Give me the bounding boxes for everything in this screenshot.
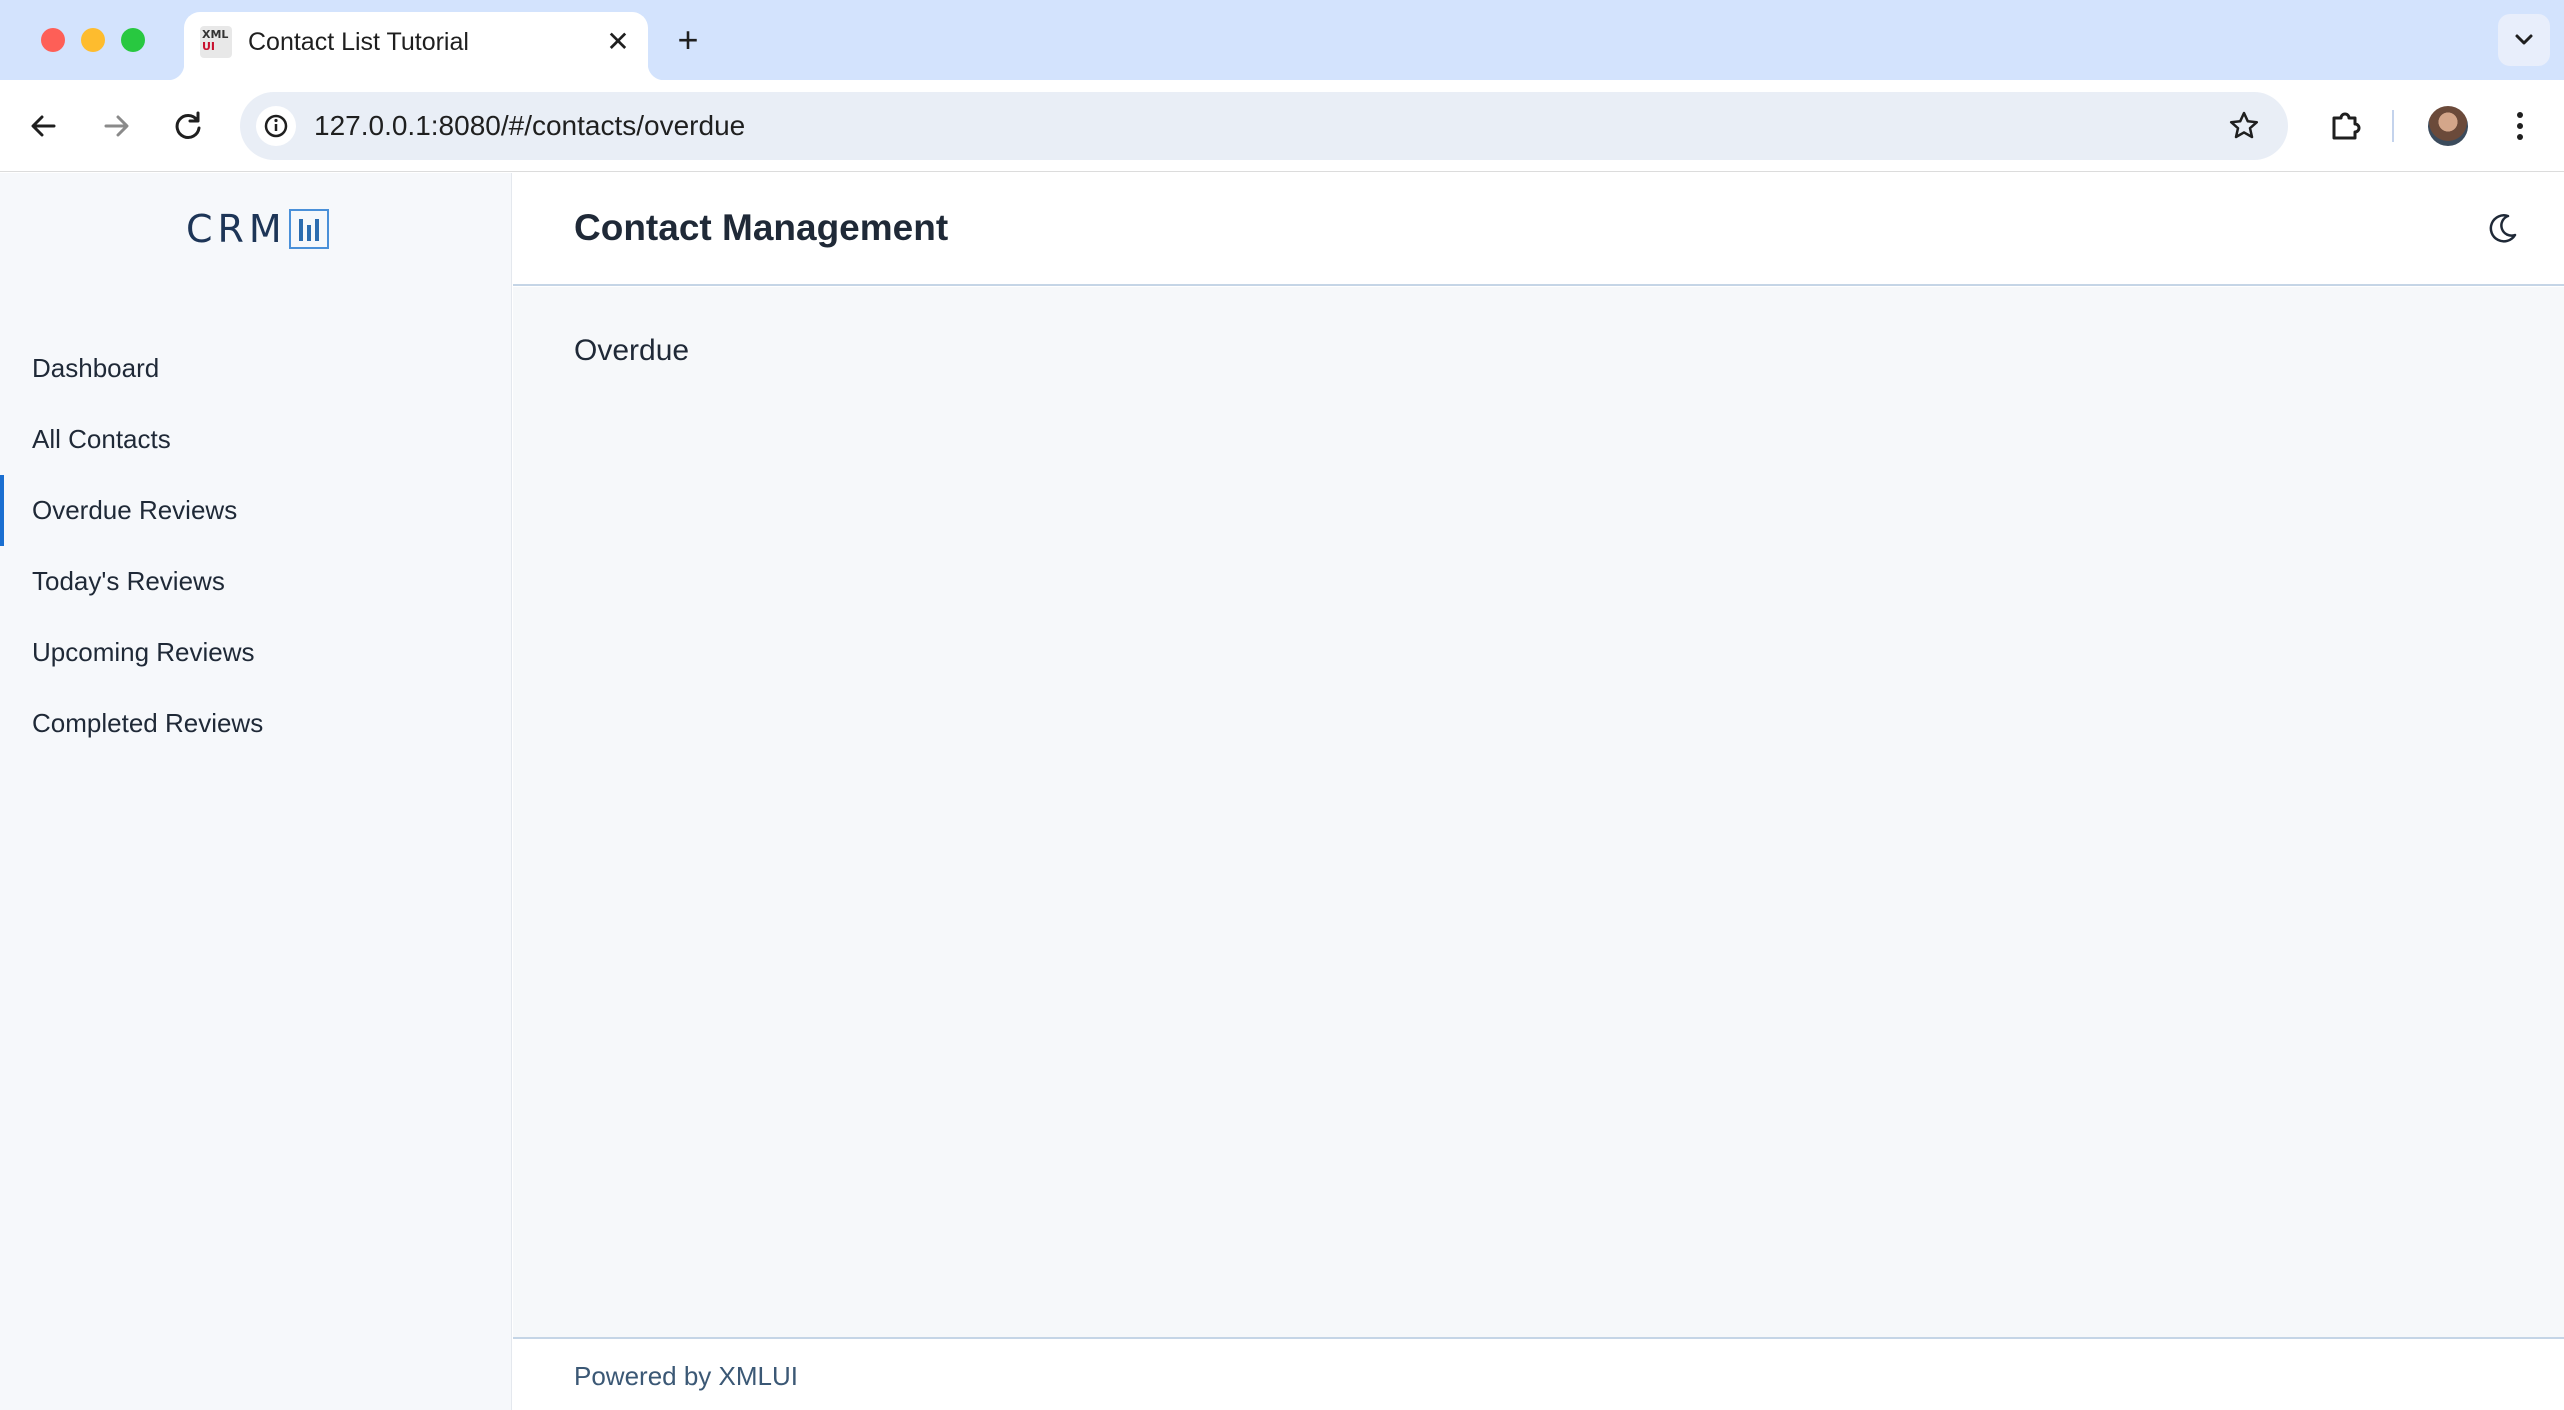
logo-text: CRM — [186, 207, 287, 251]
sidebar-item-todays-reviews[interactable]: Today's Reviews — [0, 546, 511, 617]
forward-button[interactable] — [92, 102, 140, 150]
sidebar-item-dashboard[interactable]: Dashboard — [0, 333, 511, 404]
favicon-icon: XML UI — [200, 26, 232, 58]
browser-toolbar: 127.0.0.1:8080/#/contacts/overdue — [0, 80, 2564, 172]
chevron-down-icon — [2515, 34, 2533, 45]
section-title: Overdue — [574, 334, 690, 367]
sidebar-item-upcoming-reviews[interactable]: Upcoming Reviews — [0, 617, 511, 688]
arrow-left-icon — [31, 115, 56, 137]
profile-avatar[interactable] — [2428, 106, 2468, 146]
star-icon[interactable] — [2224, 106, 2264, 146]
sidebar: CRM Dashboard All Contacts Overdue Revie… — [0, 173, 512, 1410]
more-options-icon[interactable] — [2500, 102, 2540, 150]
minimize-window-button[interactable] — [81, 28, 105, 52]
puzzle-icon[interactable] — [2322, 102, 2370, 150]
site-info-icon[interactable] — [256, 106, 296, 146]
page-title: Contact Management — [574, 207, 949, 248]
sidebar-nav: Dashboard All Contacts Overdue Reviews T… — [0, 333, 511, 759]
powered-by-text: Powered by XMLUI — [574, 1361, 798, 1391]
sidebar-item-completed-reviews[interactable]: Completed Reviews — [0, 688, 511, 759]
app-footer: Powered by XMLUI — [513, 1337, 2564, 1410]
back-button[interactable] — [20, 102, 68, 150]
browser-tab[interactable]: XML UI Contact List Tutorial ✕ — [168, 12, 664, 80]
app-header: Contact Management — [513, 173, 2564, 286]
url-text[interactable]: 127.0.0.1:8080/#/contacts/overdue — [314, 108, 745, 144]
tab-title: Contact List Tutorial — [248, 28, 469, 56]
reload-icon — [175, 111, 201, 139]
maximize-window-button[interactable] — [121, 28, 145, 52]
toolbar-divider — [2392, 110, 2394, 142]
tab-search-button[interactable] — [2498, 14, 2550, 66]
close-window-button[interactable] — [41, 28, 65, 52]
arrow-right-icon — [104, 115, 129, 137]
new-tab-icon[interactable]: + — [672, 22, 704, 58]
logo-bars-icon — [288, 209, 329, 249]
close-tab-icon[interactable]: ✕ — [602, 26, 634, 58]
sidebar-item-overdue-reviews[interactable]: Overdue Reviews — [0, 475, 511, 546]
main-content: Overdue — [513, 287, 2564, 1337]
address-bar[interactable]: 127.0.0.1:8080/#/contacts/overdue — [240, 92, 2288, 160]
logo[interactable]: CRM — [186, 207, 329, 251]
reload-button[interactable] — [164, 102, 212, 150]
browser-tab-bar: XML UI Contact List Tutorial ✕ + — [0, 0, 2564, 80]
moon-icon[interactable] — [2482, 209, 2522, 249]
sidebar-item-all-contacts[interactable]: All Contacts — [0, 404, 511, 475]
